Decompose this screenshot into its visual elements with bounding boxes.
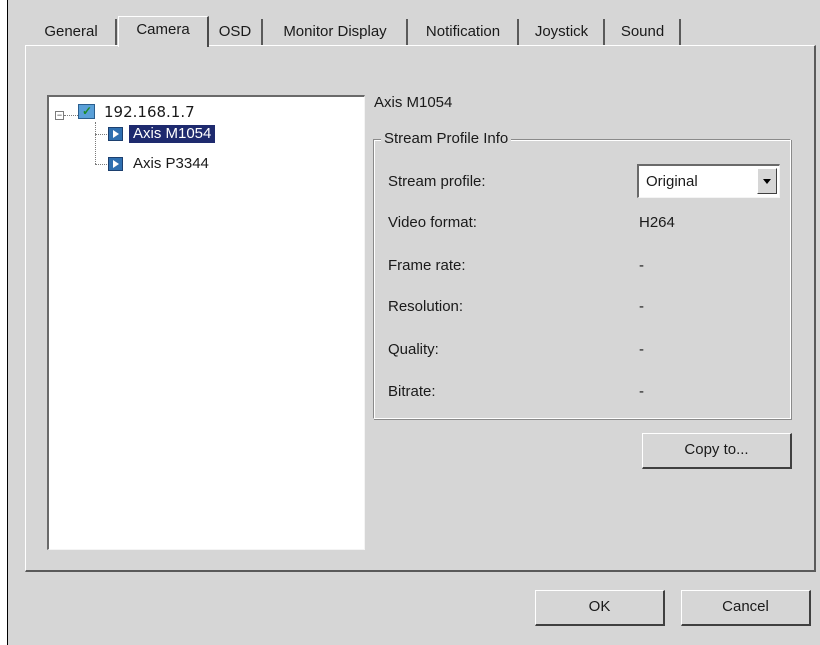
ok-button[interactable]: OK — [535, 590, 665, 626]
resolution-label: Resolution: — [388, 298, 464, 315]
bitrate-label: Bitrate: — [388, 383, 436, 400]
resolution-value: - — [639, 298, 644, 315]
tab-osd[interactable]: OSD — [209, 19, 263, 45]
collapse-icon[interactable]: − — [55, 111, 64, 120]
camera-icon — [108, 127, 123, 141]
network-device-icon: ✓ — [78, 104, 95, 119]
tree-node-axis-p3344[interactable]: Axis P3344 — [133, 155, 209, 173]
tree-connector — [64, 115, 78, 116]
bitrate-value: - — [639, 383, 644, 400]
video-format-value: H264 — [639, 214, 675, 231]
tree-connector — [95, 122, 96, 164]
stream-profile-select[interactable]: Original — [637, 164, 780, 198]
tab-sound[interactable]: Sound — [606, 19, 681, 45]
quality-label: Quality: — [388, 341, 439, 358]
video-format-label: Video format: — [388, 214, 477, 231]
stream-profile-label: Stream profile: — [388, 173, 486, 190]
tab-joystick[interactable]: Joystick — [520, 19, 605, 45]
camera-tree[interactable]: − ✓ 192.168.1.7 Axis M1054 Axis P3344 — [47, 95, 365, 550]
quality-value: - — [639, 341, 644, 358]
groupbox-title: Stream Profile Info — [381, 130, 512, 147]
tab-monitor-display[interactable]: Monitor Display — [264, 19, 408, 45]
tree-node-root[interactable]: 192.168.1.7 — [104, 103, 195, 121]
selected-camera-title: Axis M1054 — [374, 94, 453, 111]
stream-profile-value: Original — [646, 173, 698, 190]
tree-node-axis-m1054[interactable]: Axis M1054 — [129, 125, 216, 143]
copy-to-button[interactable]: Copy to... — [642, 433, 792, 469]
frame-rate-label: Frame rate: — [388, 257, 466, 274]
tree-connector — [95, 134, 107, 135]
tab-general[interactable]: General — [27, 19, 117, 45]
dropdown-arrow-icon[interactable] — [757, 168, 777, 194]
tree-connector — [95, 164, 107, 165]
tab-camera[interactable]: Camera — [118, 16, 209, 47]
tab-notification[interactable]: Notification — [409, 19, 519, 45]
frame-rate-value: - — [639, 257, 644, 274]
camera-icon — [108, 157, 123, 171]
cancel-button[interactable]: Cancel — [681, 590, 811, 626]
